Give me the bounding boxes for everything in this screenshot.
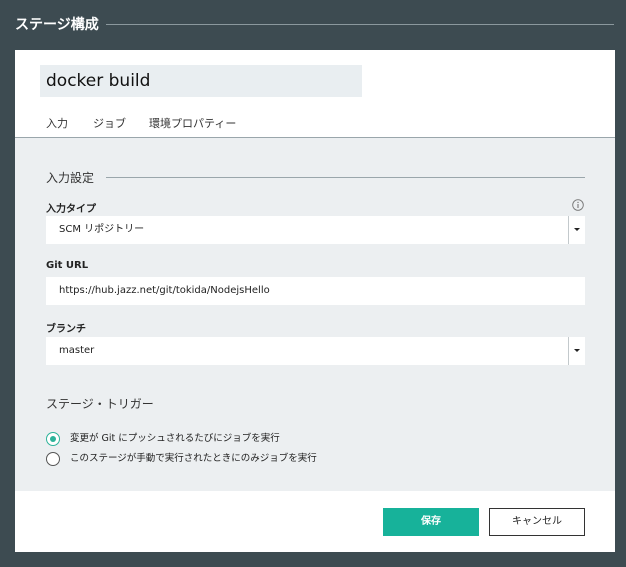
stage-trigger-heading: ステージ・トリガー — [46, 397, 154, 411]
tab-jobs[interactable]: ジョブ — [93, 115, 126, 140]
stage-name-input[interactable] — [40, 65, 362, 97]
git-url-value: https://hub.jazz.net/git/tokida/NodejsHe… — [59, 285, 270, 296]
branch-dropdown-button[interactable] — [568, 337, 585, 365]
input-type-select[interactable]: SCM リポジトリー — [46, 216, 585, 244]
branch-label: ブランチ — [46, 324, 86, 335]
save-button[interactable]: 保存 — [383, 508, 479, 536]
dialog-title: ステージ構成 — [15, 17, 99, 33]
title-divider — [106, 24, 614, 25]
git-url-field[interactable]: https://hub.jazz.net/git/tokida/NodejsHe… — [46, 277, 585, 305]
input-type-value: SCM リポジトリー — [59, 224, 145, 235]
chevron-down-icon — [574, 349, 580, 352]
input-type-label: 入力タイプ — [46, 204, 96, 215]
branch-select[interactable]: master — [46, 337, 585, 365]
info-icon[interactable] — [572, 199, 584, 211]
stage-config-dialog: 入力 ジョブ 環境プロパティー 入力設定 入力タイプ SCM リポジトリー Gi… — [15, 50, 615, 552]
input-type-dropdown-button[interactable] — [568, 216, 585, 244]
trigger-option-label: 変更が Git にプッシュされるたびにジョブを実行 — [70, 433, 280, 444]
tab-content-panel: 入力設定 入力タイプ SCM リポジトリー Git URL https://hu… — [15, 138, 615, 491]
tab-bar: 入力 ジョブ 環境プロパティー — [15, 106, 615, 142]
tab-env-properties[interactable]: 環境プロパティー — [149, 115, 236, 140]
input-settings-heading: 入力設定 — [46, 171, 95, 185]
branch-value: master — [59, 345, 95, 356]
chevron-down-icon — [574, 228, 580, 231]
radio-button[interactable] — [46, 452, 60, 466]
radio-button-checked[interactable] — [46, 432, 60, 446]
section-divider — [106, 177, 585, 178]
trigger-option-label: このステージが手動で実行されたときにのみジョブを実行 — [70, 453, 317, 464]
git-url-label: Git URL — [46, 260, 89, 271]
cancel-button[interactable]: キャンセル — [489, 508, 585, 536]
